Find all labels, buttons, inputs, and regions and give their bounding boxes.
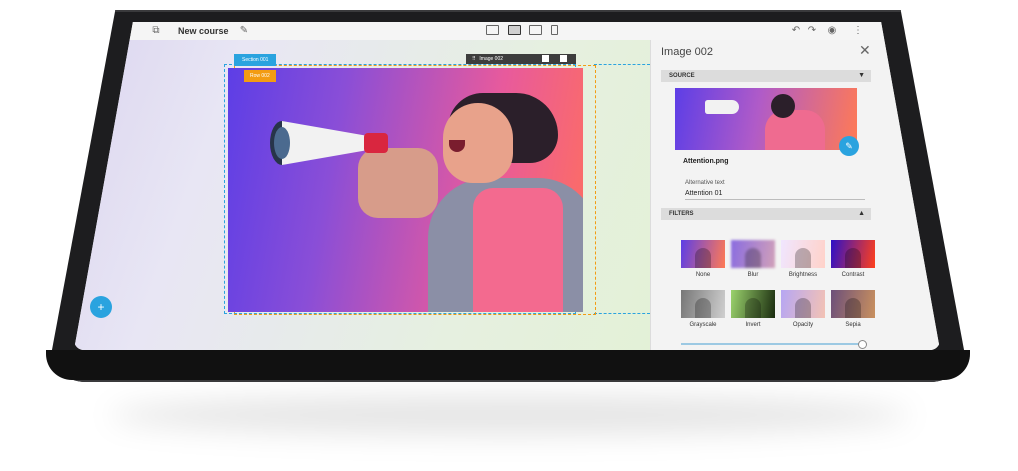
alt-text-input[interactable]: Attention 01 <box>685 190 865 200</box>
filter-label: Invert <box>745 322 761 328</box>
close-icon[interactable]: ✕ <box>859 42 871 59</box>
filter-contrast[interactable]: Contrast <box>831 240 875 278</box>
image-toolbar: ⠿ Image 002 <box>466 54 576 64</box>
eye-icon[interactable]: ◉ <box>826 25 838 37</box>
chevron-down-icon: ▼ <box>858 72 865 79</box>
device-shadow <box>110 395 910 435</box>
filter-sepia[interactable]: Sepia <box>831 290 875 328</box>
filter-none[interactable]: None <box>681 240 725 278</box>
filter-preview <box>731 290 775 318</box>
image-tag: Image 002 <box>479 56 504 62</box>
filters-section-header[interactable]: FILTERS ▲ <box>661 208 871 220</box>
device-preview-switcher <box>486 25 564 37</box>
edit-image-button[interactable]: ✎ <box>839 136 859 156</box>
filter-label: Brightness <box>788 272 818 278</box>
add-block-button[interactable]: + <box>90 296 112 318</box>
filter-label: Grayscale <box>689 322 717 328</box>
thumb-hair <box>771 94 795 118</box>
pencil-icon[interactable]: ✎ <box>238 25 250 37</box>
tablet-bottom-edge <box>46 350 970 380</box>
filter-preview <box>681 290 725 318</box>
thumb-megaphone <box>705 100 739 114</box>
delete-icon[interactable] <box>560 55 567 62</box>
filters-label: FILTERS <box>669 211 694 217</box>
filter-preview <box>831 240 875 268</box>
filter-brightness[interactable]: Brightness <box>781 240 825 278</box>
megaphone-graphic <box>270 121 388 165</box>
filter-grayscale[interactable]: Grayscale <box>681 290 725 328</box>
row-selection-outline <box>594 64 650 314</box>
filter-invert[interactable]: Invert <box>731 290 775 328</box>
filter-label: Blur <box>747 272 759 278</box>
course-title[interactable]: New course <box>178 26 229 36</box>
drag-handle-icon[interactable]: ⠿ <box>472 54 478 64</box>
alt-text-label: Alternative text <box>685 180 725 186</box>
desktop-icon[interactable] <box>486 25 499 35</box>
file-name: Attention.png <box>683 158 729 165</box>
editor-canvas: Section 001 Row 002 ⠿ Image 002 + <box>74 40 650 350</box>
filter-intensity-slider[interactable] <box>681 343 861 345</box>
filter-label: Sepia <box>845 322 861 328</box>
tablet-screen: ⧉ New course ✎ ↶ ↷ ◉ ⋮ Section 001 Row 0… <box>74 22 940 350</box>
undo-icon[interactable]: ↶ <box>790 25 802 37</box>
thumb-figure <box>765 110 825 150</box>
top-bar: ⧉ New course ✎ ↶ ↷ ◉ ⋮ <box>74 22 940 41</box>
slider-handle[interactable] <box>858 340 867 349</box>
panel-title: Image 002 <box>661 46 713 58</box>
duplicate-icon[interactable] <box>542 55 549 62</box>
more-icon[interactable]: ⋮ <box>852 25 864 37</box>
image-block[interactable] <box>228 68 583 312</box>
filter-opacity[interactable]: Opacity <box>781 290 825 328</box>
source-label: SOURCE <box>669 73 695 79</box>
layers-icon[interactable]: ⧉ <box>150 25 162 37</box>
chevron-up-icon: ▲ <box>858 210 865 217</box>
section-tag[interactable]: Section 001 <box>234 54 277 66</box>
filter-preview <box>681 240 725 268</box>
filter-preview <box>731 240 775 268</box>
phone-icon[interactable] <box>550 25 558 35</box>
tablet-icon[interactable] <box>529 25 543 35</box>
filter-blur[interactable]: Blur <box>731 240 775 278</box>
redo-icon[interactable]: ↷ <box>806 25 818 37</box>
filter-preview <box>781 290 825 318</box>
laptop-icon[interactable] <box>507 25 521 35</box>
filter-label: Opacity <box>792 322 814 328</box>
filter-label: Contrast <box>841 272 865 278</box>
row-tag[interactable]: Row 002 <box>244 70 276 82</box>
source-image-thumbnail[interactable] <box>675 88 857 150</box>
photo-shirt <box>473 188 563 312</box>
source-section-header[interactable]: SOURCE ▼ <box>661 70 871 82</box>
filter-preview <box>831 290 875 318</box>
filter-label: None <box>695 272 711 278</box>
filter-preview <box>781 240 825 268</box>
